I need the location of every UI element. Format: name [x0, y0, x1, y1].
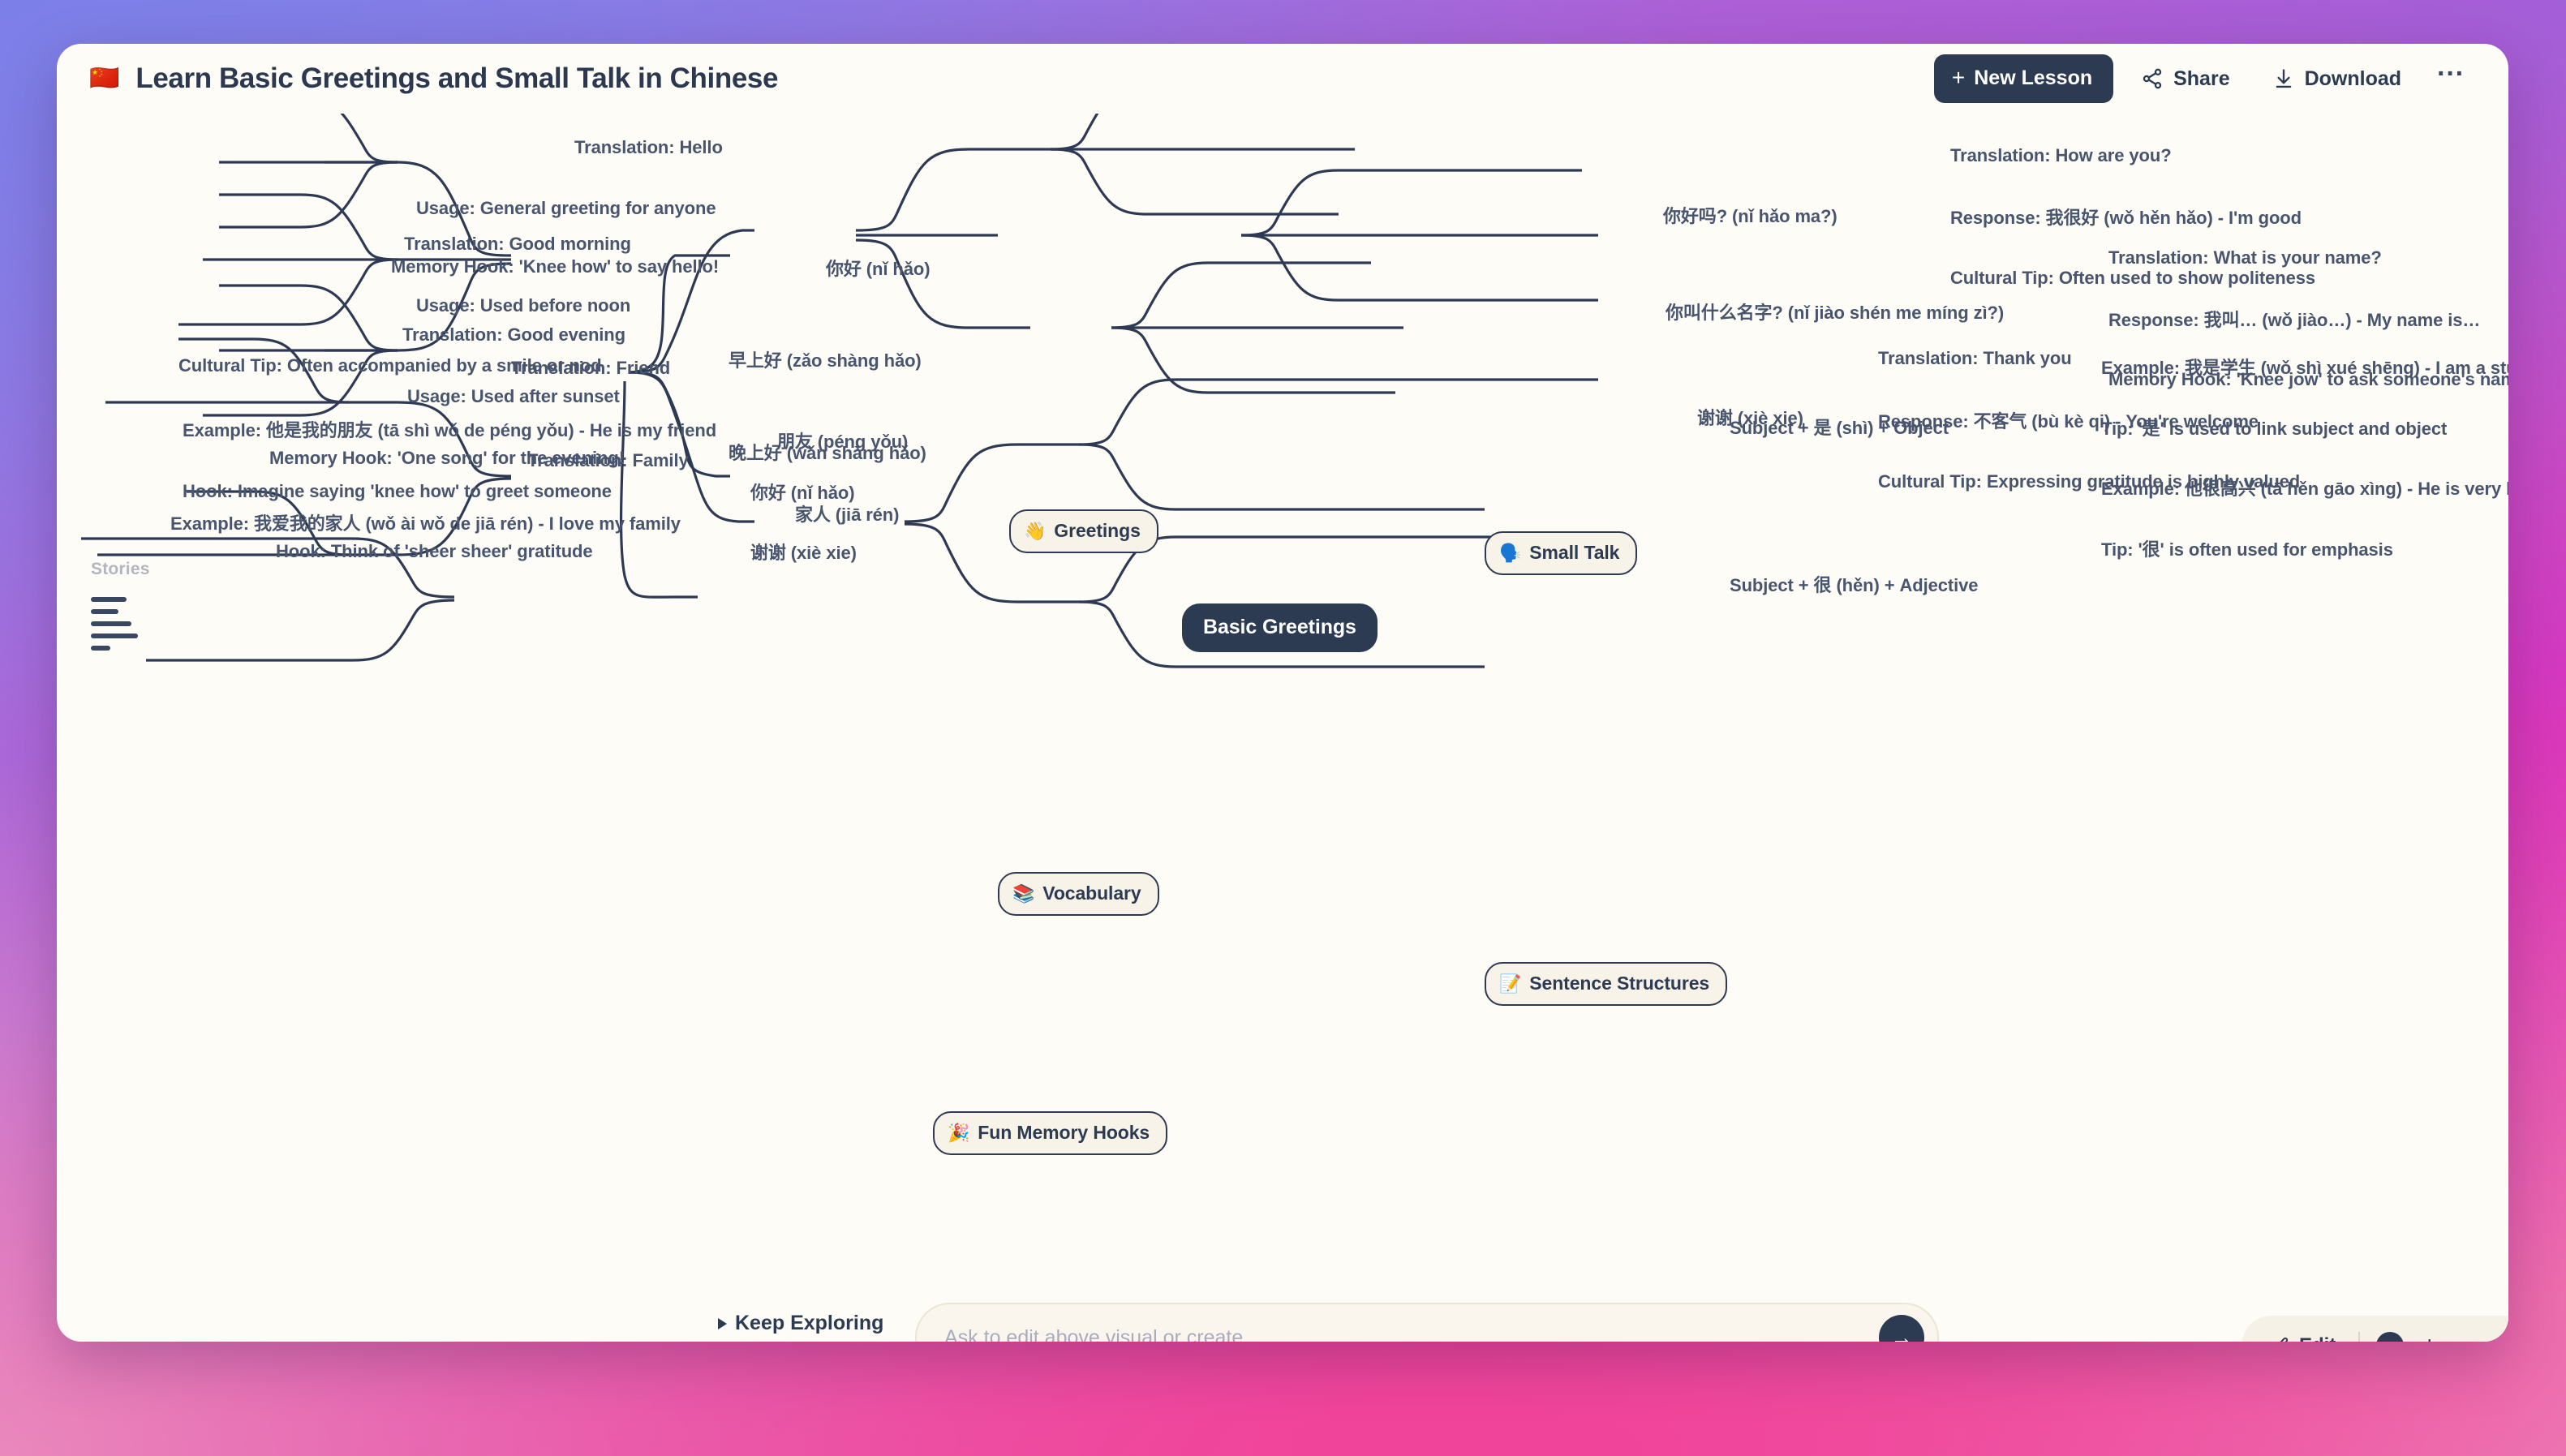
- root-node-label: Basic Greetings: [1182, 603, 1378, 652]
- structure-node-hen[interactable]: Subject + 很 (hěn) + Adjective: [1730, 571, 1979, 597]
- detail-node[interactable]: Example: 他是我的朋友 (tā shì wǒ de péng yǒu) …: [183, 416, 716, 442]
- phrase-node-zao-shang-hao[interactable]: 早上好 (zǎo shàng hǎo): [729, 346, 922, 372]
- fit-to-screen-button[interactable]: [2491, 1331, 2508, 1342]
- pencil-icon: [2280, 1337, 2289, 1342]
- detail-node[interactable]: Example: 他很高兴 (tā hěn gāo xìng) - He is …: [2101, 475, 2508, 500]
- category-label-vocabulary: Vocabulary: [1042, 883, 1141, 904]
- detail-node[interactable]: Usage: Used after sunset: [407, 386, 620, 407]
- detail-node[interactable]: Hook: Imagine saying 'knee how' to greet…: [183, 481, 612, 502]
- category-label-sentence-structures: Sentence Structures: [1529, 973, 1710, 994]
- books-icon: 📚: [1012, 883, 1035, 904]
- color-swatch-button[interactable]: [2376, 1332, 2405, 1342]
- detail-node[interactable]: Translation: Hello: [574, 137, 723, 158]
- category-node-vocabulary[interactable]: 📚 Vocabulary: [998, 872, 1159, 916]
- category-node-sentence-structures[interactable]: 📝 Sentence Structures: [1485, 962, 1728, 1006]
- detail-node[interactable]: Cultural Tip: Often used to show politen…: [1950, 268, 2315, 289]
- structure-node-shi[interactable]: Subject + 是 (shì) + Object: [1730, 414, 1949, 440]
- phrase-node-ni-jiao-shen-me[interactable]: 你叫什么名字? (nǐ jiào shén me míng zì?): [1666, 299, 2004, 324]
- root-node[interactable]: Basic Greetings: [1182, 603, 1378, 652]
- category-node-small-talk[interactable]: 🗣️ Small Talk: [1485, 531, 1638, 575]
- detail-node[interactable]: Response: 我很好 (wǒ hěn hǎo) - I'm good: [1950, 204, 2302, 230]
- category-label-greetings: Greetings: [1054, 520, 1141, 541]
- share-button[interactable]: Share: [2126, 58, 2244, 101]
- keep-exploring-button[interactable]: Keep Exploring: [718, 1312, 883, 1335]
- category-node-greetings[interactable]: 👋 Greetings: [1009, 509, 1158, 553]
- download-button[interactable]: Download: [2258, 58, 2416, 101]
- speaking-head-icon: 🗣️: [1499, 542, 1522, 563]
- download-icon: [2276, 69, 2291, 88]
- new-lesson-label: New Lesson: [1974, 67, 2093, 89]
- memo-icon: 📝: [1499, 973, 1522, 994]
- keep-exploring-label: Keep Exploring: [735, 1312, 884, 1334]
- edit-label: Edit: [2299, 1334, 2336, 1342]
- detail-node[interactable]: Translation: How are you?: [1950, 145, 2172, 166]
- category-label-fun-memory-hooks: Fun Memory Hooks: [978, 1122, 1150, 1143]
- detail-node[interactable]: Translation: Good evening: [402, 324, 625, 346]
- wave-icon: 👋: [1024, 520, 1047, 541]
- lesson-card: 🇨🇳 Learn Basic Greetings and Small Talk …: [57, 44, 2508, 1342]
- more-options-button[interactable]: ···: [2424, 59, 2478, 98]
- arrow-right-icon: →: [1890, 1325, 1913, 1342]
- chevron-right-icon: [718, 1317, 727, 1329]
- detail-node[interactable]: Usage: General greeting for anyone: [416, 198, 716, 219]
- zoom-toolbar: Edit + −: [2241, 1316, 2508, 1342]
- detail-node[interactable]: Memory Hook: 'Knee how' to say hello!: [391, 256, 719, 277]
- header-actions: + New Lesson Share Download ···: [1933, 54, 2478, 103]
- phrase-node-hook-xie-xie[interactable]: 谢谢 (xiè xie): [750, 539, 857, 565]
- category-node-fun-memory-hooks[interactable]: 🎉 Fun Memory Hooks: [933, 1111, 1168, 1155]
- phrase-node-ni-hao-ma[interactable]: 你好吗? (nǐ hǎo ma?): [1663, 202, 1837, 228]
- share-label: Share: [2173, 67, 2230, 90]
- app-header: 🇨🇳 Learn Basic Greetings and Small Talk …: [57, 44, 2508, 114]
- detail-node[interactable]: Example: 我是学生 (wǒ shì xué shēng) - I am …: [2101, 354, 2508, 380]
- plus-icon: +: [1951, 65, 1966, 91]
- detail-node[interactable]: Tip: '是' is used to link subject and obj…: [2101, 414, 2447, 440]
- download-label: Download: [2304, 67, 2402, 90]
- zoom-out-button[interactable]: −: [2450, 1329, 2491, 1342]
- edit-button[interactable]: Edit: [2259, 1328, 2347, 1342]
- detail-node[interactable]: Hook: Think of 'sheer sheer' gratitude: [276, 541, 593, 562]
- detail-node[interactable]: Example: 我爱我的家人 (wǒ ài wǒ de jiā rén) - …: [170, 509, 681, 535]
- party-popper-icon: 🎉: [948, 1122, 970, 1143]
- detail-node[interactable]: Usage: Used before noon: [416, 295, 630, 316]
- prompt-bar: →: [915, 1303, 1939, 1342]
- collapse-icon: [2501, 1335, 2508, 1342]
- prompt-input[interactable]: [944, 1325, 1879, 1342]
- detail-node[interactable]: Translation: Thank you: [1878, 348, 2072, 369]
- phrase-node-ni-hao[interactable]: 你好 (nǐ hǎo): [826, 255, 931, 281]
- detail-node[interactable]: Translation: Family: [527, 450, 689, 471]
- mindmap-canvas[interactable]: Basic Greetings 👋 Greetings 🗣️ Small Tal…: [57, 114, 2508, 1342]
- phrase-node-hook-ni-hao[interactable]: 你好 (nǐ hǎo): [750, 479, 855, 505]
- detail-node[interactable]: Tip: '很' is often used for emphasis: [2101, 535, 2393, 561]
- send-button[interactable]: →: [1879, 1315, 1924, 1342]
- detail-node[interactable]: Translation: Good morning: [404, 234, 631, 255]
- detail-node[interactable]: Translation: What is your name?: [2108, 247, 2382, 268]
- share-icon: [2143, 68, 2162, 89]
- detail-node[interactable]: Translation: Friend: [511, 358, 670, 379]
- china-flag-icon: 🇨🇳: [89, 65, 120, 92]
- page-title: Learn Basic Greetings and Small Talk in …: [135, 62, 779, 94]
- category-label-small-talk: Small Talk: [1529, 542, 1620, 563]
- new-lesson-button[interactable]: + New Lesson: [1933, 54, 2114, 103]
- phrase-node-peng-you[interactable]: 朋友 (péng yǒu): [777, 427, 908, 453]
- zoom-in-button[interactable]: +: [2409, 1329, 2450, 1342]
- detail-node[interactable]: Response: 我叫… (wǒ jiào…) - My name is…: [2108, 306, 2480, 332]
- toolbar-divider: [2358, 1332, 2361, 1342]
